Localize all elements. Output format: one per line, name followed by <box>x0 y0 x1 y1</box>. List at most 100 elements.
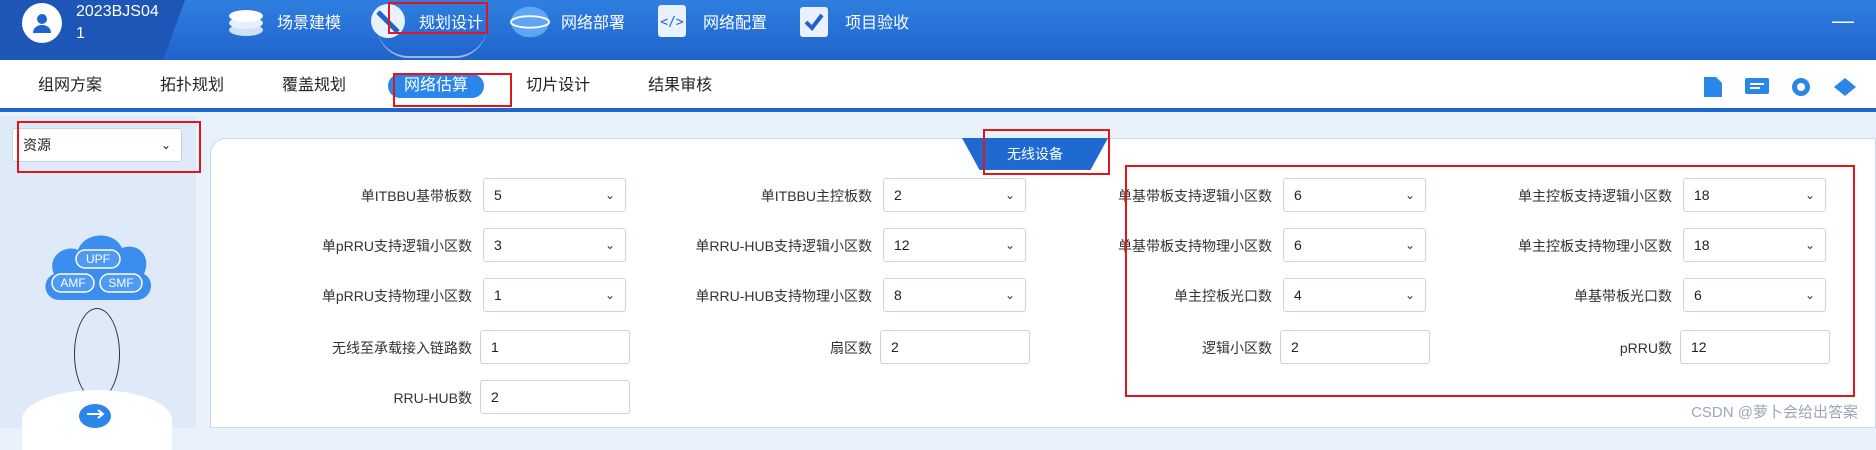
toolbar <box>1700 74 1876 100</box>
prru-count-input[interactable]: 12 <box>1680 330 1830 364</box>
tab-networking-plan[interactable]: 组网方案 <box>38 74 102 98</box>
field-value: 3 <box>494 237 502 253</box>
prru-physical-cells-select[interactable]: 1⌄ <box>483 278 626 312</box>
user-icon <box>30 11 54 35</box>
field-value: 6 <box>1294 237 1302 253</box>
rru-hub-logical-cells-select[interactable]: 12 ⌄ <box>883 228 1026 262</box>
baseband-logical-cells-select[interactable]: 6⌄ <box>1283 178 1426 212</box>
field-label: 单主控板支持物理小区数 <box>1518 236 1672 256</box>
checklist-icon <box>793 2 835 40</box>
prru-logical-cells-select[interactable]: 3⌄ <box>483 228 626 262</box>
chevron-down-icon: ⌄ <box>1005 288 1015 302</box>
tab-slice-design[interactable]: 切片设计 <box>526 74 590 98</box>
content-panel <box>210 138 1876 428</box>
field-label: 单基带板光口数 <box>1574 286 1672 306</box>
tab-result-review[interactable]: 结果审核 <box>648 74 712 98</box>
resource-select-value: 资源 <box>23 135 51 155</box>
nav-scene-modeling[interactable]: 场景建模 <box>225 0 341 42</box>
chevron-down-icon: ⌄ <box>1405 238 1415 252</box>
nav-label: 项目验收 <box>845 9 909 33</box>
wireless-bearer-links-input[interactable]: 1 <box>480 330 630 364</box>
field-label: 单基带板支持逻辑小区数 <box>1118 186 1272 206</box>
tab-coverage-planning[interactable]: 覆盖规划 <box>282 74 346 98</box>
baseband-optical-ports-select[interactable]: 6⌄ <box>1683 278 1826 312</box>
baseband-physical-cells-select[interactable]: 6⌄ <box>1283 228 1426 262</box>
nav-label: 场景建模 <box>277 9 341 33</box>
rru-hub-count-input[interactable]: 2 <box>480 380 630 414</box>
document-icon[interactable] <box>1700 74 1726 100</box>
field-value: 2 <box>491 389 499 405</box>
field-label: 单基带板支持物理小区数 <box>1118 236 1272 256</box>
watermark: CSDN @萝卜会给出答案 <box>1691 401 1858 422</box>
field-label: 扇区数 <box>830 338 872 358</box>
section-tab-wireless-devices[interactable]: 无线设备 <box>962 138 1108 170</box>
field-label: 单ITBBU主控板数 <box>761 186 872 206</box>
nav-network-deploy[interactable]: 网络部署 <box>509 0 625 42</box>
bbu-baseband-count-select[interactable]: 5⌄ <box>483 178 626 212</box>
chevron-down-icon: ⌄ <box>161 138 171 152</box>
gear-icon[interactable] <box>1788 74 1814 100</box>
username: 2023BJS041 <box>76 1 166 45</box>
field-value: 5 <box>494 187 502 203</box>
cloud-label-upf: UPF <box>76 250 120 268</box>
nav-label: 网络配置 <box>703 9 767 33</box>
nav-planning-design[interactable]: 规划设计 <box>367 0 483 42</box>
field-label: 单主控板光口数 <box>1174 286 1272 306</box>
svg-text:</>: </> <box>660 15 684 30</box>
message-icon[interactable] <box>1744 74 1770 100</box>
resource-select[interactable]: 资源 ⌄ <box>12 128 182 162</box>
chevron-down-icon: ⌄ <box>1805 288 1815 302</box>
avatar[interactable] <box>22 3 62 43</box>
user-block: 2023BJS041 <box>0 0 185 60</box>
field-label: pRRU数 <box>1620 338 1672 358</box>
globe-icon <box>509 2 551 40</box>
cloud-label-smf: SMF <box>100 274 142 292</box>
left-panel: 资源 ⌄ UPF AMF SMF <box>0 116 196 428</box>
sub-tabs: 组网方案 拓扑规划 覆盖规划 网络估算 切片设计 结果审核 <box>38 74 770 98</box>
field-label: 单主控板支持逻辑小区数 <box>1518 186 1672 206</box>
control-board-logical-cells-select[interactable]: 18⌄ <box>1683 178 1826 212</box>
chevron-down-icon: ⌄ <box>605 238 615 252</box>
nav-label: 网络部署 <box>561 9 625 33</box>
field-label: 逻辑小区数 <box>1202 338 1272 358</box>
field-label: 单pRRU支持逻辑小区数 <box>322 236 472 256</box>
field-value: 12 <box>894 237 910 253</box>
top-bar: 2023BJS041 场景建模 规划设计 网络部署 </> 网络配置 <box>0 0 1876 60</box>
field-value: 2 <box>891 339 899 355</box>
field-value: 18 <box>1694 237 1710 253</box>
minimize-button[interactable]: — <box>1832 8 1854 34</box>
field-value: 18 <box>1694 187 1710 203</box>
chevron-down-icon: ⌄ <box>605 188 615 202</box>
nav-label: 规划设计 <box>419 9 483 33</box>
control-board-physical-cells-select[interactable]: 18⌄ <box>1683 228 1826 262</box>
field-label: 单pRRU支持物理小区数 <box>322 286 472 306</box>
field-label: 单ITBBU基带板数 <box>361 186 472 206</box>
field-value: 12 <box>1691 339 1707 355</box>
field-label: 无线至承载接入链路数 <box>332 338 472 358</box>
field-label: RRU-HUB数 <box>393 388 472 408</box>
control-board-optical-ports-select[interactable]: 4⌄ <box>1283 278 1426 312</box>
chevron-down-icon: ⌄ <box>605 288 615 302</box>
main-nav: 场景建模 规划设计 网络部署 </> 网络配置 项目验收 <box>225 0 935 60</box>
chevron-down-icon: ⌄ <box>1005 238 1015 252</box>
tab-network-estimation[interactable]: 网络估算 <box>388 74 484 98</box>
layers-icon <box>225 2 267 40</box>
field-value: 8 <box>894 287 902 303</box>
bbu-control-board-select[interactable]: 2⌄ <box>883 178 1026 212</box>
layers-tool-icon[interactable] <box>1832 74 1858 100</box>
field-value: 6 <box>1294 187 1302 203</box>
sector-count-input[interactable]: 2 <box>880 330 1030 364</box>
code-doc-icon: </> <box>651 2 693 40</box>
nav-project-acceptance[interactable]: 项目验收 <box>793 0 909 42</box>
chevron-down-icon: ⌄ <box>1405 288 1415 302</box>
rru-hub-physical-cells-select[interactable]: 8⌄ <box>883 278 1026 312</box>
topology-link <box>74 308 120 400</box>
nav-network-config[interactable]: </> 网络配置 <box>651 0 767 42</box>
logical-cell-count-input[interactable]: 2 <box>1280 330 1430 364</box>
cloud-icon: UPF AMF SMF <box>38 220 158 316</box>
router-icon <box>78 402 112 428</box>
tab-topology-planning[interactable]: 拓扑规划 <box>160 74 224 98</box>
field-value: 2 <box>1291 339 1299 355</box>
field-label: 单RRU-HUB支持逻辑小区数 <box>695 236 872 256</box>
chevron-down-icon: ⌄ <box>1005 188 1015 202</box>
